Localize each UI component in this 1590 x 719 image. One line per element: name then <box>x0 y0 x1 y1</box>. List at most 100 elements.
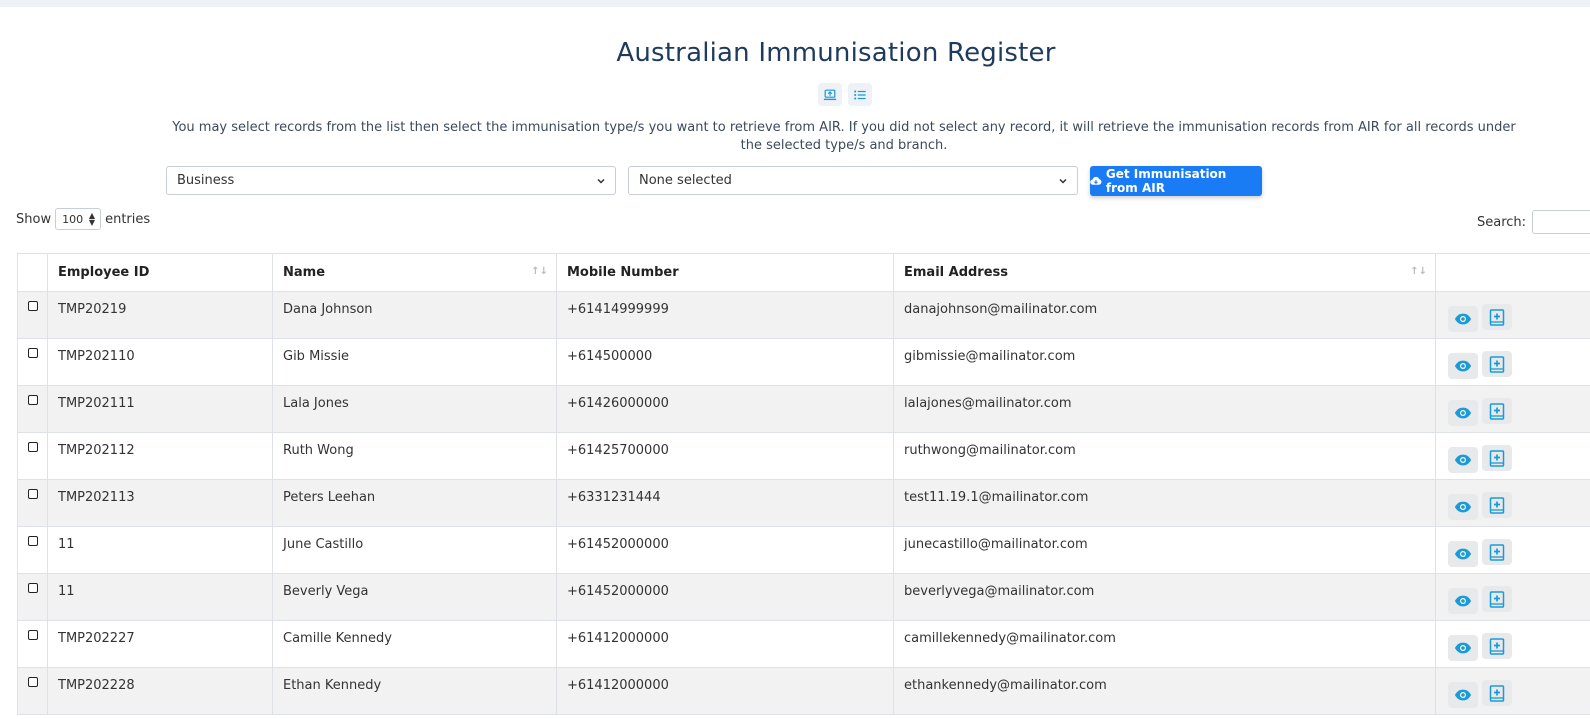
row-checkbox[interactable] <box>28 677 38 687</box>
row-checkbox[interactable] <box>28 348 38 358</box>
eye-icon <box>1454 689 1472 700</box>
view-toggle-group <box>818 83 872 106</box>
chevron-down-icon <box>597 178 605 184</box>
cloud-download-icon <box>1090 176 1102 185</box>
actions-cell <box>1435 291 1590 339</box>
column-header-email[interactable]: Email Address ↑↓ <box>893 253 1436 292</box>
search-input[interactable] <box>1532 210 1590 234</box>
mobile-cell: +61425700000 <box>556 432 894 480</box>
view-record-button[interactable] <box>1448 305 1478 332</box>
mobile-cell: +61452000000 <box>556 526 894 574</box>
sort-icon: ↑↓ <box>531 266 548 277</box>
entries-select[interactable]: 100 ▲ ▼ <box>55 208 102 230</box>
actions-cell <box>1435 667 1590 715</box>
row-checkbox[interactable] <box>28 395 38 405</box>
row-select-cell <box>17 620 48 668</box>
row-select-cell <box>17 526 48 574</box>
column-header-employee-id[interactable]: Employee ID <box>47 253 273 292</box>
add-immunisation-button[interactable] <box>1482 351 1512 377</box>
instructions-text: You may select records from the list the… <box>172 120 1516 153</box>
column-header-mobile[interactable]: Mobile Number <box>556 253 894 292</box>
laptop-upload-icon <box>823 89 837 100</box>
actions-cell <box>1435 479 1590 527</box>
row-checkbox[interactable] <box>28 583 38 593</box>
view-record-button[interactable] <box>1448 399 1478 426</box>
employee-id-cell: TMP202110 <box>47 338 273 386</box>
email-cell: beverlyvega@mailinator.com <box>893 573 1436 621</box>
name-cell: Peters Leehan <box>272 479 557 527</box>
row-checkbox[interactable] <box>28 301 38 311</box>
row-checkbox[interactable] <box>28 489 38 499</box>
card-view-button[interactable] <box>818 83 842 106</box>
view-record-button[interactable] <box>1448 587 1478 614</box>
get-immunisation-button[interactable]: Get Immunisation from AIR <box>1090 166 1262 196</box>
actions-column-header <box>1435 253 1590 292</box>
add-immunisation-button[interactable] <box>1482 445 1512 471</box>
medical-book-plus-icon <box>1489 637 1505 655</box>
add-immunisation-button[interactable] <box>1482 492 1512 518</box>
email-cell: lalajones@mailinator.com <box>893 385 1436 433</box>
list-icon <box>854 89 866 100</box>
row-checkbox[interactable] <box>28 442 38 452</box>
actions-cell <box>1435 620 1590 668</box>
name-cell: Camille Kennedy <box>272 620 557 668</box>
select-column-header <box>17 253 48 292</box>
employees-table: Employee ID Name ↑↓ Mobile Number Email A… <box>17 253 1590 715</box>
immunisation-type-select[interactable]: None selected <box>628 166 1078 195</box>
table-row: TMP202111 Lala Jones +61426000000 lalajones… <box>17 385 1590 433</box>
entries-length-control: Show 100 ▲ ▼ entries <box>16 208 150 230</box>
name-cell: Ethan Kennedy <box>272 667 557 715</box>
row-select-cell <box>17 479 48 527</box>
medical-book-plus-icon <box>1489 402 1505 420</box>
search-label: Search: <box>1477 214 1527 230</box>
employee-id-cell: TMP20219 <box>47 291 273 339</box>
row-checkbox[interactable] <box>28 630 38 640</box>
view-record-button[interactable] <box>1448 540 1478 567</box>
eye-icon <box>1454 313 1472 324</box>
view-record-button[interactable] <box>1448 446 1478 473</box>
employee-id-cell: TMP202111 <box>47 385 273 433</box>
updown-arrows-icon: ▲ ▼ <box>88 211 96 227</box>
show-label: Show <box>16 211 52 227</box>
add-immunisation-button[interactable] <box>1482 304 1512 330</box>
row-checkbox[interactable] <box>28 536 38 546</box>
table-row: TMP20219 Dana Johnson +61414999999 danajohn… <box>17 291 1590 339</box>
medical-book-plus-icon <box>1489 496 1505 514</box>
medical-book-plus-icon <box>1489 684 1505 702</box>
business-select[interactable]: Business <box>166 166 616 195</box>
view-record-button[interactable] <box>1448 352 1478 379</box>
name-cell: Lala Jones <box>272 385 557 433</box>
view-record-button[interactable] <box>1448 681 1478 708</box>
table-row: 11 June Castillo +61452000000 junecastillo@… <box>17 526 1590 574</box>
email-cell: gibmissie@mailinator.com <box>893 338 1436 386</box>
email-cell: danajohnson@mailinator.com <box>893 291 1436 339</box>
chevron-down-icon <box>1059 178 1067 184</box>
name-cell: Gib Missie <box>272 338 557 386</box>
add-immunisation-button[interactable] <box>1482 680 1512 706</box>
add-immunisation-button[interactable] <box>1482 539 1512 565</box>
medical-book-plus-icon <box>1489 590 1505 608</box>
actions-cell <box>1435 385 1590 433</box>
employee-id-cell: 11 <box>47 573 273 621</box>
email-cell: camillekennedy@mailinator.com <box>893 620 1436 668</box>
view-record-button[interactable] <box>1448 493 1478 520</box>
medical-book-plus-icon <box>1489 355 1505 373</box>
table-row: 11 Beverly Vega +61452000000 beverlyvega@ma… <box>17 573 1590 621</box>
email-cell: ruthwong@mailinator.com <box>893 432 1436 480</box>
row-select-cell <box>17 573 48 621</box>
list-view-button[interactable] <box>848 83 872 106</box>
employee-id-cell: TMP202113 <box>47 479 273 527</box>
search-control: Search: <box>1477 210 1590 234</box>
column-header-name[interactable]: Name ↑↓ <box>272 253 557 292</box>
actions-cell <box>1435 338 1590 386</box>
row-select-cell <box>17 432 48 480</box>
actions-cell <box>1435 573 1590 621</box>
medical-book-plus-icon <box>1489 543 1505 561</box>
add-immunisation-button[interactable] <box>1482 398 1512 424</box>
add-immunisation-button[interactable] <box>1482 633 1512 659</box>
name-cell: Ruth Wong <box>272 432 557 480</box>
eye-icon <box>1454 642 1472 653</box>
view-record-button[interactable] <box>1448 634 1478 661</box>
mobile-cell: +614500000 <box>556 338 894 386</box>
add-immunisation-button[interactable] <box>1482 586 1512 612</box>
